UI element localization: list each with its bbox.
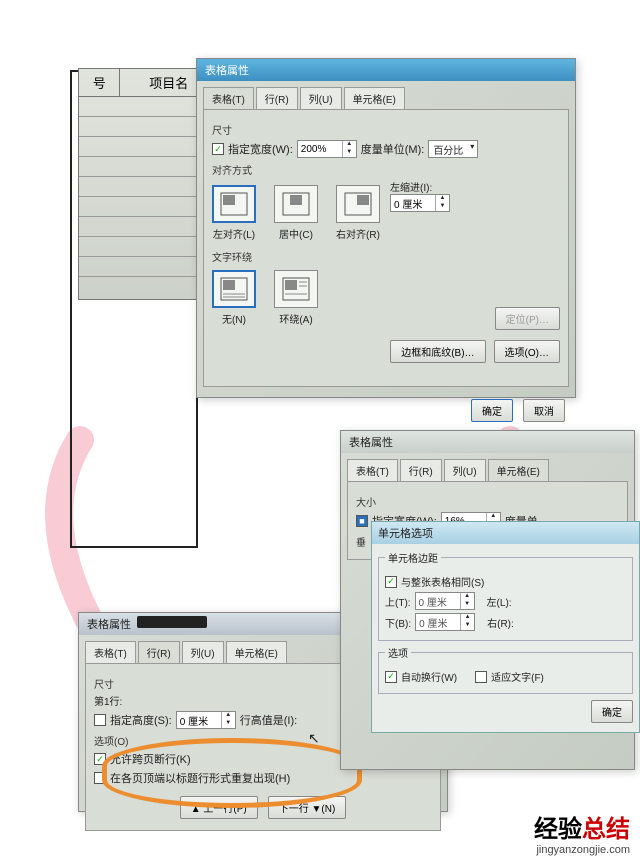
wrap-around-label: 环绕(A) bbox=[279, 315, 312, 326]
wrap-none-label: 无(N) bbox=[222, 315, 246, 326]
unit-select[interactable]: 百分比 bbox=[428, 140, 478, 158]
tab-cell[interactable]: 单元格(E) bbox=[226, 641, 287, 663]
width-spinner[interactable]: ▲▼ bbox=[297, 140, 357, 158]
indent-spinner[interactable]: ▲▼ bbox=[390, 194, 450, 212]
left-margin-label: 左(L): bbox=[487, 594, 512, 609]
width-input[interactable] bbox=[298, 141, 342, 157]
align-options: 左对齐(L) 居中(C) 右对齐(R) bbox=[212, 185, 380, 241]
options-group: 选项 ✓ 自动换行(W) 适应文字(F) bbox=[378, 645, 633, 694]
watermark-url: jingyanzongjie.com bbox=[534, 844, 630, 856]
table-properties-dialog-mid: 表格属性 表格(T) 行(R) 列(U) 单元格(E) 大小 ■ 指定宽度(W)… bbox=[340, 430, 635, 770]
fit-text-label: 适应文字(F) bbox=[491, 669, 544, 684]
indent-label: 左缩进(I): bbox=[390, 179, 450, 194]
dialog-title: 表格属性 bbox=[197, 59, 575, 81]
align-left-icon[interactable] bbox=[212, 185, 256, 223]
cell-options-dialog: 单元格选项 单元格边距 ✓ 与整张表格相同(S) 上(T): ▲▼ 左(L): 下… bbox=[371, 521, 640, 733]
fit-text-checkbox[interactable] bbox=[475, 671, 487, 683]
border-shading-button[interactable]: 边框和底纹(B)… bbox=[390, 340, 485, 363]
tab-cell[interactable]: 单元格(E) bbox=[344, 87, 405, 109]
tab-row[interactable]: 行(R) bbox=[256, 87, 298, 109]
wrap-label: 文字环绕 bbox=[212, 249, 560, 264]
same-as-table-checkbox[interactable]: ✓ bbox=[385, 576, 397, 588]
wrap-text-checkbox[interactable]: ✓ bbox=[385, 671, 397, 683]
table-properties-dialog-top: 表格属性 表格(T) 行(R) 列(U) 单元格(E) 尺寸 ✓ 指定宽度(W)… bbox=[196, 58, 576, 398]
ok-button[interactable]: 确定 bbox=[471, 399, 513, 422]
tab-table[interactable]: 表格(T) bbox=[203, 87, 254, 109]
specify-height-label: 指定高度(S): bbox=[110, 712, 172, 728]
tab-content: 尺寸 ✓ 指定宽度(W): ▲▼ 度量单位(M): 百分比 对齐方式 左对齐(L… bbox=[203, 109, 569, 387]
unit-label: 度量单位(M): bbox=[361, 141, 425, 157]
next-row-button[interactable]: 下一行 ▼(N) bbox=[268, 796, 347, 819]
wrap-none-icon[interactable] bbox=[212, 270, 256, 308]
tab-table[interactable]: 表格(T) bbox=[85, 641, 136, 663]
size-label: 尺寸 bbox=[212, 122, 560, 137]
align-left-label: 左对齐(L) bbox=[213, 230, 255, 241]
spin-down-icon[interactable]: ▼ bbox=[343, 149, 356, 157]
bottom-margin-spinner[interactable]: ▲▼ bbox=[415, 613, 475, 631]
height-spinner[interactable]: ▲▼ bbox=[176, 711, 236, 729]
pref-width-checkbox[interactable]: ✓ bbox=[212, 143, 224, 155]
dialog-title: 单元格选项 bbox=[372, 522, 639, 544]
tab-column[interactable]: 列(U) bbox=[300, 87, 342, 109]
pref-width-checkbox[interactable]: ■ bbox=[356, 515, 368, 527]
options-button[interactable]: 选项(O)… bbox=[494, 340, 560, 363]
right-margin-label: 右(R): bbox=[487, 615, 514, 630]
repeat-header-label: 在各页顶端以标题行形式重复出现(H) bbox=[110, 770, 290, 786]
size-label: 大小 bbox=[356, 494, 619, 509]
align-right-label: 右对齐(R) bbox=[336, 230, 380, 241]
options-legend: 选项 bbox=[385, 645, 411, 660]
cursor-icon: ↖ bbox=[308, 730, 320, 747]
top-margin-label: 上(T): bbox=[385, 594, 411, 609]
tab-cell[interactable]: 单元格(E) bbox=[488, 459, 549, 481]
ok-button[interactable]: 确定 bbox=[591, 700, 633, 723]
same-as-table-label: 与整张表格相同(S) bbox=[401, 574, 484, 589]
cell-margin-group: 单元格边距 ✓ 与整张表格相同(S) 上(T): ▲▼ 左(L): 下(B): ▲… bbox=[378, 550, 633, 641]
redacted-bar bbox=[137, 616, 207, 628]
align-label: 对齐方式 bbox=[212, 162, 560, 177]
bottom-margin-label: 下(B): bbox=[385, 615, 411, 630]
tab-strip: 表格(T) 行(R) 列(U) 单元格(E) bbox=[203, 87, 569, 109]
pref-width-label: 指定宽度(W): bbox=[228, 141, 293, 157]
wrap-around-icon[interactable] bbox=[274, 270, 318, 308]
tab-row[interactable]: 行(R) bbox=[400, 459, 442, 481]
cancel-button[interactable]: 取消 bbox=[523, 399, 565, 422]
allow-break-checkbox[interactable]: ✓ bbox=[94, 753, 106, 765]
margin-legend: 单元格边距 bbox=[385, 550, 441, 565]
align-right-icon[interactable] bbox=[336, 185, 380, 223]
tab-table[interactable]: 表格(T) bbox=[347, 459, 398, 481]
align-center-icon[interactable] bbox=[274, 185, 318, 223]
watermark: 经验总结 jingyanzongjie.com bbox=[534, 809, 630, 856]
positioning-button[interactable]: 定位(P)… bbox=[495, 307, 560, 330]
col-header: 号 bbox=[79, 69, 120, 97]
tab-column[interactable]: 列(U) bbox=[444, 459, 486, 481]
dialog-title: 表格属性 bbox=[341, 431, 634, 453]
allow-break-label: 允许跨页断行(K) bbox=[110, 751, 191, 767]
prev-row-button[interactable]: ▲ 上一行(P) bbox=[180, 796, 258, 819]
height-input[interactable] bbox=[177, 712, 221, 728]
spin-up-icon[interactable]: ▲ bbox=[343, 141, 356, 149]
tab-column[interactable]: 列(U) bbox=[182, 641, 224, 663]
wrap-text-label: 自动换行(W) bbox=[401, 669, 457, 684]
top-margin-spinner[interactable]: ▲▼ bbox=[415, 592, 475, 610]
repeat-header-checkbox[interactable] bbox=[94, 772, 106, 784]
tab-strip: 表格(T) 行(R) 列(U) 单元格(E) bbox=[347, 459, 628, 481]
tab-row[interactable]: 行(R) bbox=[138, 641, 180, 663]
row-height-is-label: 行高值是(I): bbox=[240, 712, 297, 728]
align-center-label: 居中(C) bbox=[279, 230, 313, 241]
specify-height-checkbox[interactable] bbox=[94, 714, 106, 726]
indent-input[interactable] bbox=[391, 195, 435, 211]
